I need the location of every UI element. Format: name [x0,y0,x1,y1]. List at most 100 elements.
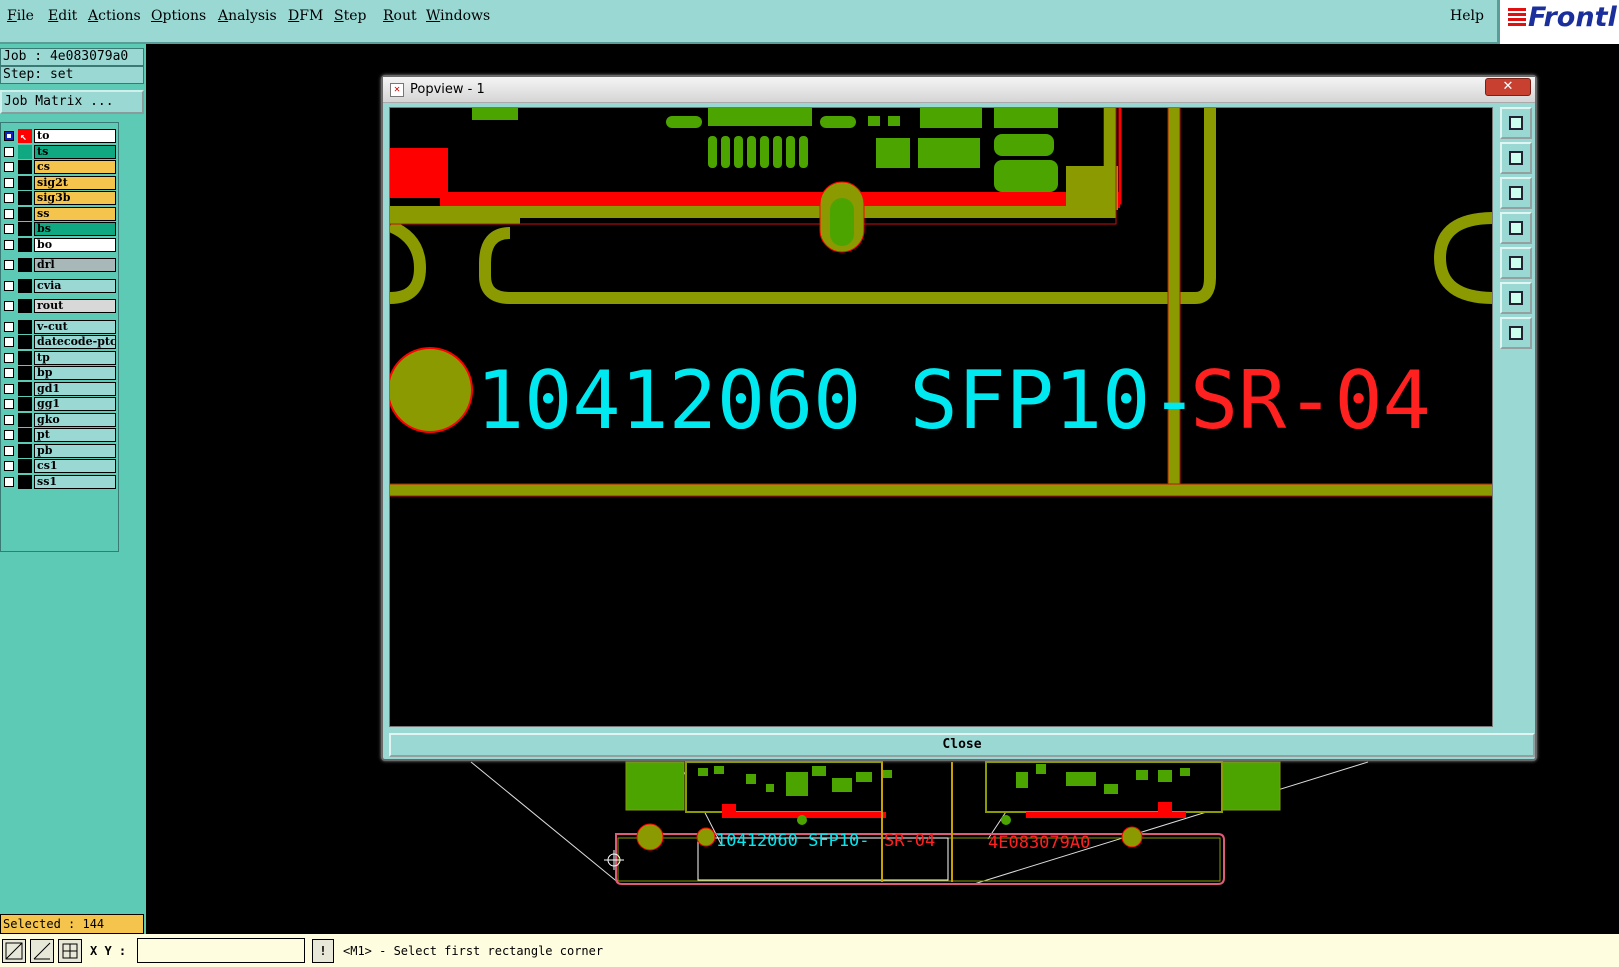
layer-row-cvia[interactable]: cvia [1,278,118,293]
layer-checkbox[interactable] [4,337,14,347]
layer-row-rout[interactable]: rout [1,299,118,313]
layer-checkbox[interactable] [4,445,14,456]
menu-actions[interactable]: Actions [88,8,141,24]
layer-checkbox[interactable] [4,461,14,471]
layer-name[interactable]: gd1 [34,381,116,396]
layer-name[interactable]: bp [34,366,116,380]
layer-row-v-cut[interactable]: v-cut [1,319,118,334]
status-prompt: <M1> - Select first rectangle corner [343,944,604,958]
menu-step[interactable]: Step [334,8,366,24]
layer-name[interactable]: bo [34,237,116,252]
layer-checkbox[interactable] [4,399,14,409]
layer-row-bo[interactable]: bo [1,237,118,252]
layer-color-swatch [18,299,32,313]
layer-name[interactable]: cs [34,160,116,174]
layer-row-sig3b[interactable]: sig3b [1,191,118,205]
layer-name[interactable]: pt [34,428,116,442]
layer-checkbox[interactable] [4,414,14,425]
layer-name[interactable]: gg1 [34,397,116,411]
menu-windows[interactable]: Windows [426,8,490,24]
layer-name[interactable]: rout [34,299,116,313]
job-matrix-button[interactable]: Job Matrix ... [0,90,144,114]
zoom-home-icon[interactable] [1500,107,1532,139]
pan-right-icon[interactable] [1500,247,1532,279]
layer-checkbox[interactable] [4,352,14,363]
layer-name[interactable]: ss [34,206,116,221]
layer-name[interactable]: gko [34,412,116,427]
layer-name[interactable]: ts [34,144,116,159]
layer-row-to[interactable]: ↖ to [1,129,118,143]
layer-checkbox[interactable] [4,383,14,394]
layer-checkbox[interactable] [4,280,14,291]
layer-name[interactable]: cs1 [34,459,116,473]
layer-name[interactable]: pb [34,443,116,458]
layer-name[interactable]: v-cut [34,319,116,334]
layer-name[interactable]: datecode-ptc [34,335,116,349]
layer-name[interactable]: ss1 [34,474,116,489]
layer-checkbox[interactable] [4,177,14,188]
layer-checkbox[interactable] [4,224,14,234]
layer-name[interactable]: to [34,129,116,143]
layer-checkbox[interactable] [4,368,14,378]
menu-dfm[interactable]: DFM [288,8,323,24]
angle-mode-icon[interactable] [30,939,54,963]
popview-canvas[interactable]: 10412060 SFP10- SR-04 [389,107,1493,727]
zoom-out-icon[interactable] [1500,282,1532,314]
pan-down-icon[interactable] [1500,177,1532,209]
layer-name[interactable]: sig3b [34,191,116,205]
layer-row-cs[interactable]: cs [1,160,118,174]
layer-checkbox[interactable] [4,430,14,440]
layer-row-drl[interactable]: drl [1,258,118,272]
layer-row-pb[interactable]: pb [1,443,118,458]
layer-checkbox[interactable] [4,193,14,203]
layer-checkbox[interactable] [4,146,14,157]
layer-row-ts[interactable]: ts [1,144,118,159]
layer-row-bp[interactable]: bp [1,366,118,380]
layer-checkbox[interactable] [4,131,14,141]
zoom-in-icon[interactable] [1500,317,1532,349]
pan-left-icon[interactable] [1500,212,1532,244]
layer-row-cs1[interactable]: cs1 [1,459,118,473]
layer-row-datecode-ptc[interactable]: datecode-ptc [1,335,118,349]
mounting-hole [390,347,473,433]
menu-edit[interactable]: Edit [48,8,77,24]
layer-row-ss[interactable]: ss [1,206,118,221]
popview-close-button[interactable]: Close [389,733,1535,757]
layer-name[interactable]: sig2t [34,175,116,190]
xy-coordinate-input[interactable] [137,938,305,963]
menu-help[interactable]: Help [1450,8,1484,24]
pan-up-icon[interactable] [1500,142,1532,174]
menu-analysis[interactable]: Analysis [218,8,277,24]
layer-checkbox[interactable] [4,260,14,270]
layer-row-ss1[interactable]: ss1 [1,474,118,489]
bg-text-red: SR-04 [884,831,935,851]
layer-checkbox[interactable] [4,476,14,487]
layer-checkbox[interactable] [4,208,14,219]
window-close-button[interactable]: ✕ [1485,78,1531,96]
menu-options[interactable]: Options [151,8,206,24]
layer-checkbox[interactable] [4,239,14,250]
layer-checkbox[interactable] [4,301,14,311]
layer-name[interactable]: tp [34,350,116,365]
layer-row-sig2t[interactable]: sig2t [1,175,118,190]
layer-row-pt[interactable]: pt [1,428,118,442]
menu-rout[interactable]: Rout [383,8,417,24]
popview-titlebar[interactable]: ✕ Popview - 1 ✕ [383,77,1535,103]
grid-mode-icon[interactable] [58,939,82,963]
layer-color-swatch [18,206,32,221]
layer-row-gg1[interactable]: gg1 [1,397,118,411]
layer-name[interactable]: cvia [34,278,116,293]
layer-color-swatch [18,381,32,396]
exclamation-button[interactable]: ! [312,939,334,963]
layer-row-gko[interactable]: gko [1,412,118,427]
menu-file[interactable]: File [7,8,34,24]
layer-name[interactable]: bs [34,222,116,236]
layer-row-bs[interactable]: bs [1,222,118,236]
layer-name[interactable]: drl [34,258,116,272]
layer-checkbox[interactable] [4,162,14,172]
pcb-text-red: SR-04 [1190,354,1431,447]
layer-row-tp[interactable]: tp [1,350,118,365]
layer-checkbox[interactable] [4,321,14,332]
snap-mode-icon[interactable] [2,939,26,963]
layer-row-gd1[interactable]: gd1 [1,381,118,396]
